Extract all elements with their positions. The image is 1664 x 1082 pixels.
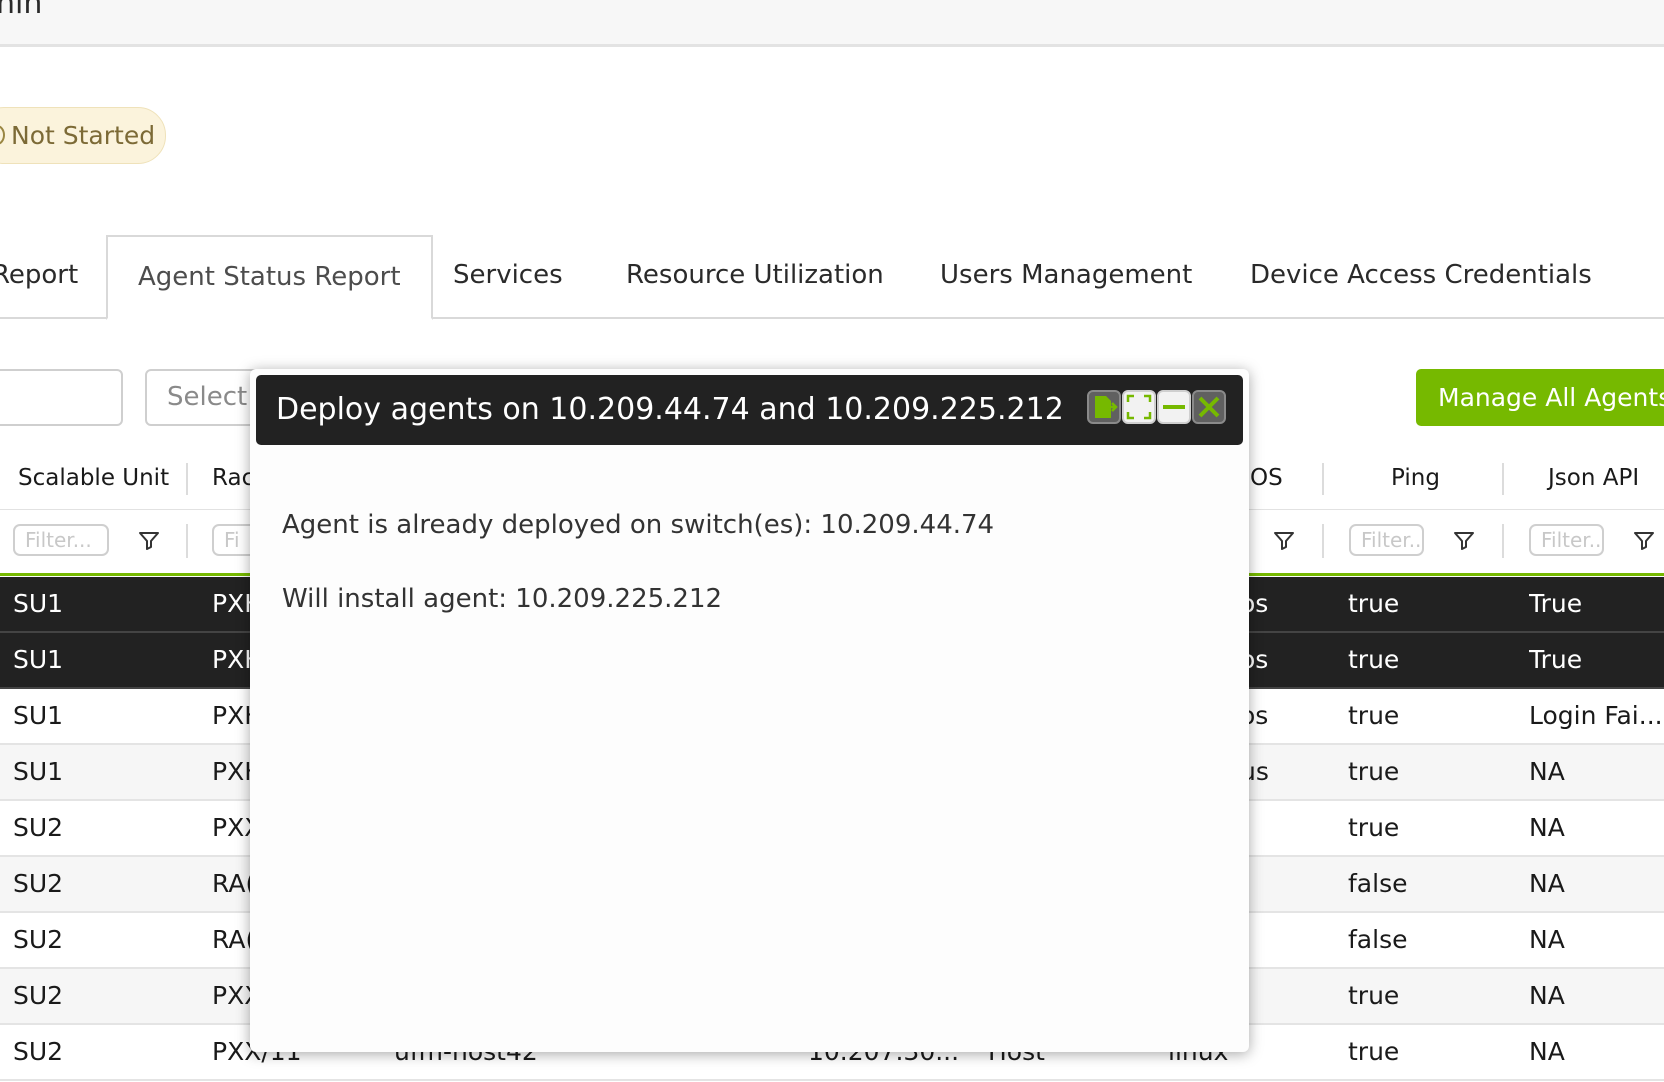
column-header-scalable-unit[interactable]: Scalable Unit xyxy=(18,447,169,510)
column-header-os[interactable]: OS xyxy=(1250,447,1283,510)
column-separator[interactable] xyxy=(186,463,188,495)
filter-icon[interactable] xyxy=(1272,529,1296,553)
filter-input-ping[interactable]: Filter... xyxy=(1349,524,1424,556)
cell-scalable-unit: SU1 xyxy=(13,645,64,674)
cell-scalable-unit: SU1 xyxy=(13,589,64,618)
cell-rack: RA( xyxy=(212,925,256,954)
dialog-title: Deploy agents on 10.209.44.74 and 10.209… xyxy=(276,392,1064,427)
tab-resource-utilization[interactable]: Resource Utilization xyxy=(626,235,884,319)
minimize-button[interactable] xyxy=(1157,390,1191,424)
cell-json-api: NA xyxy=(1529,925,1565,954)
dialog-message-already-deployed: Agent is already deployed on switch(es):… xyxy=(282,510,995,540)
cell-ping: true xyxy=(1348,645,1400,674)
cell-scalable-unit: SU1 xyxy=(13,701,64,730)
cell-ping: true xyxy=(1348,701,1400,730)
cell-json-api: NA xyxy=(1529,757,1565,786)
cell-ping: true xyxy=(1348,757,1400,786)
filter-separator xyxy=(1322,524,1324,558)
filter-icon[interactable] xyxy=(1452,529,1476,553)
tab-services[interactable]: Services xyxy=(453,235,563,319)
cell-scalable-unit: SU2 xyxy=(13,1037,64,1066)
maximize-button[interactable] xyxy=(1122,390,1156,424)
column-select[interactable]: Select xyxy=(145,369,265,426)
filter-icon[interactable] xyxy=(137,529,161,553)
dialog-header[interactable]: Deploy agents on 10.209.44.74 and 10.209… xyxy=(256,375,1243,445)
column-header-json-api[interactable]: Json API xyxy=(1548,447,1639,510)
tab-report[interactable]: Report xyxy=(0,235,78,319)
cell-scalable-unit: SU2 xyxy=(13,981,64,1010)
dialog-body: Agent is already deployed on switch(es):… xyxy=(282,509,994,657)
cell-json-api: NA xyxy=(1529,981,1565,1010)
cell-scalable-unit: SU1 xyxy=(13,757,64,786)
export-button[interactable] xyxy=(1087,390,1121,424)
manage-all-agents-button[interactable]: Manage All Agents xyxy=(1416,369,1664,426)
cell-ping: false xyxy=(1348,925,1408,954)
column-header-rack[interactable]: Rac xyxy=(212,447,254,510)
dialog-message-will-install: Will install agent: 10.209.225.212 xyxy=(282,584,723,614)
status-badge: Not Started xyxy=(0,107,166,164)
filter-input-json-api[interactable]: Filter... xyxy=(1529,524,1604,556)
close-icon xyxy=(1198,396,1220,418)
filter-input-scalable-unit[interactable]: Filter... xyxy=(13,524,109,556)
cell-json-api: Login Fai... xyxy=(1529,701,1663,730)
column-separator[interactable] xyxy=(1322,463,1324,495)
column-separator[interactable] xyxy=(1502,463,1504,495)
close-button[interactable] xyxy=(1192,390,1226,424)
filter-separator xyxy=(1502,524,1504,558)
status-label: Not Started xyxy=(11,121,156,150)
cell-json-api: True xyxy=(1529,589,1583,618)
search-input[interactable] xyxy=(0,369,123,426)
cell-json-api: NA xyxy=(1529,1037,1565,1066)
filter-icon[interactable] xyxy=(1632,529,1656,553)
cell-json-api: True xyxy=(1529,645,1583,674)
top-bar: nin xyxy=(0,0,1664,47)
deploy-agents-dialog: Deploy agents on 10.209.44.74 and 10.209… xyxy=(250,369,1249,1052)
cell-rack: RA( xyxy=(212,869,256,898)
cell-scalable-unit: SU2 xyxy=(13,813,64,842)
cell-scalable-unit: SU2 xyxy=(13,925,64,954)
cell-json-api: NA xyxy=(1529,813,1565,842)
page-title: nin xyxy=(0,0,43,21)
cell-ping: true xyxy=(1348,813,1400,842)
filter-separator xyxy=(186,524,188,558)
column-header-ping[interactable]: Ping xyxy=(1391,447,1440,510)
cell-scalable-unit: SU2 xyxy=(13,869,64,898)
tab-bar: Report Agent Status Report Services Reso… xyxy=(0,235,1664,320)
export-icon xyxy=(1095,396,1118,418)
tab-device-access-credentials[interactable]: Device Access Credentials xyxy=(1250,235,1592,319)
cell-ping: false xyxy=(1348,869,1408,898)
maximize-icon xyxy=(1126,394,1152,420)
tab-agent-status-report[interactable]: Agent Status Report xyxy=(106,235,433,320)
tab-users-management[interactable]: Users Management xyxy=(940,235,1192,319)
cell-ping: true xyxy=(1348,981,1400,1010)
status-circle-icon xyxy=(0,125,5,145)
cell-ping: true xyxy=(1348,589,1400,618)
minimize-icon xyxy=(1163,405,1185,409)
cell-json-api: NA xyxy=(1529,869,1565,898)
cell-ping: true xyxy=(1348,1037,1400,1066)
